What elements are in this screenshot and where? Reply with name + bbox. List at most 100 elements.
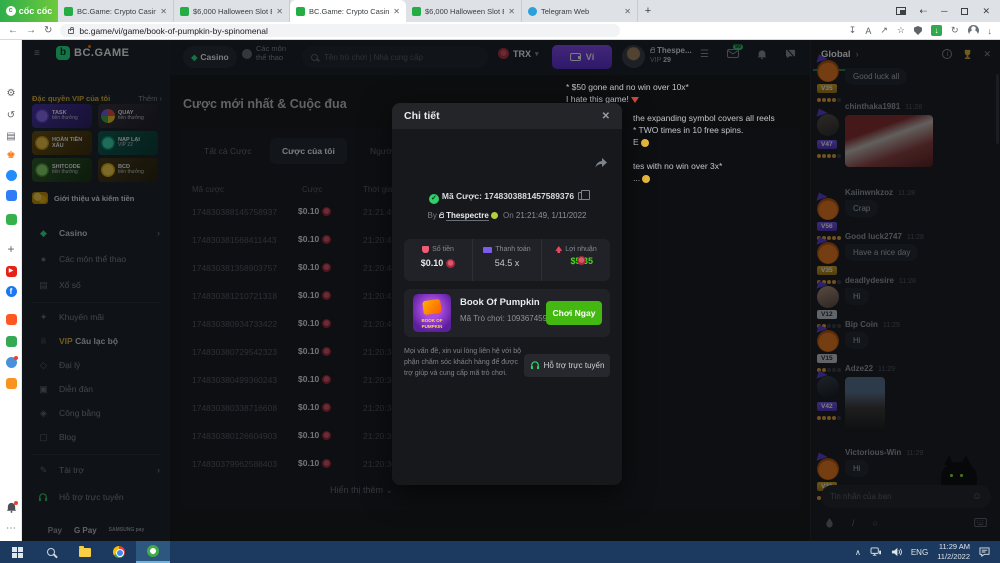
bettor-name[interactable]: Thespectre	[446, 211, 489, 221]
profile-avatar-icon[interactable]	[968, 25, 979, 36]
tab-close-icon[interactable]: ✕	[160, 7, 167, 16]
browser-tab[interactable]: $6,000 Halloween Slot Battle✕	[174, 0, 290, 22]
trx-coin-icon	[577, 256, 586, 265]
ghost-chat-line: the expanding symbol covers all reels	[633, 113, 775, 123]
youtube-icon[interactable]: ▶	[0, 264, 22, 277]
sidebar-toggle-icon[interactable]: ⇠	[920, 6, 928, 17]
adblock-shield-icon[interactable]	[914, 26, 922, 35]
sync-icon[interactable]: ↻	[951, 25, 959, 36]
ghost-chat-line: tes with no win over 3x*	[633, 161, 722, 171]
bookmark-star-icon[interactable]: ☆	[897, 25, 905, 36]
forward-icon[interactable]: →	[26, 25, 36, 36]
system-clock[interactable]: 11:29 AM11/2/2022	[937, 542, 970, 562]
bcgame-favicon	[296, 7, 305, 16]
verified-check-icon: ✓	[429, 194, 439, 204]
bcgame-favicon	[64, 7, 73, 16]
save-page-icon[interactable]: ↧	[849, 25, 857, 36]
facebook-icon[interactable]: f	[0, 286, 22, 297]
play-now-button[interactable]: Chơi Ngay	[546, 301, 602, 325]
download-manager-icon[interactable]: ↓	[931, 25, 942, 36]
browser-tab-bar: ccốc cốc BC.Game: Crypto Casino Gan✕ $6,…	[0, 0, 1000, 22]
new-tab-button[interactable]: +	[638, 0, 658, 22]
telegram-favicon	[528, 7, 537, 16]
https-lock-icon	[68, 29, 74, 34]
lock-icon	[439, 214, 444, 218]
coccoc-taskbar-icon[interactable]	[136, 541, 170, 563]
tab-close-icon[interactable]: ✕	[624, 7, 631, 16]
language-indicator[interactable]: ENG	[911, 548, 928, 557]
emoji-icon	[641, 139, 649, 147]
browser-tab[interactable]: Telegram Web✕	[522, 0, 638, 22]
shopping-app-icon[interactable]	[0, 314, 22, 328]
maximize-button[interactable]	[961, 8, 968, 15]
modal-close-icon[interactable]: ✕	[602, 111, 610, 122]
game-thumbnail[interactable]: BOOK OF PUMPKIN	[413, 294, 451, 332]
headset-icon	[530, 361, 540, 370]
browser-tab[interactable]: $6,000 Halloween Slot Battle✕	[406, 0, 522, 22]
add-shortcut-icon[interactable]: +	[0, 242, 22, 256]
cart-icon[interactable]	[0, 378, 22, 392]
notification-bell-icon[interactable]	[0, 502, 22, 513]
more-options-icon[interactable]: ⋯	[0, 523, 22, 534]
sticker-app-icon[interactable]	[0, 357, 22, 371]
network-icon[interactable]	[870, 547, 882, 557]
settings-gear-icon[interactable]: ⚙	[0, 88, 22, 99]
bcgame-favicon	[180, 7, 189, 16]
support-note: Mọi vấn đề, xin vui lòng liên hệ với bộ …	[404, 347, 522, 380]
gift-icon[interactable]	[0, 336, 22, 350]
start-button[interactable]	[0, 541, 34, 563]
ghost-chat-line: ...	[633, 173, 650, 183]
action-center-icon[interactable]	[979, 547, 990, 557]
taskbar-search-icon[interactable]	[34, 541, 68, 563]
tab-close-icon[interactable]: ✕	[276, 7, 283, 16]
close-button[interactable]: ✕	[982, 6, 990, 17]
volume-icon[interactable]	[891, 547, 902, 557]
bet-id-text: Mã Cược: 1748303881457589376	[442, 191, 574, 201]
bet-detail-modal: Chi tiết✕ ✓Mã Cược: 1748303881457589376 …	[392, 103, 622, 485]
tab-close-icon[interactable]: ✕	[393, 7, 400, 16]
share-page-icon[interactable]: ↗	[880, 25, 888, 36]
hot-trending-icon[interactable]: ♚	[0, 150, 22, 161]
address-bar: ← → ↻ bc.game/vi/game/book-of-pumpkin-by…	[0, 22, 1000, 40]
user-badge-icon	[491, 212, 498, 219]
tab-close-icon[interactable]: ✕	[508, 7, 515, 16]
share-icon[interactable]	[594, 157, 608, 169]
minimize-button[interactable]: ─	[941, 6, 947, 16]
url-text: bc.game/vi/game/book-of-pumpkin-by-spino…	[79, 26, 268, 36]
messenger-icon[interactable]	[0, 170, 22, 184]
trx-coin-icon	[446, 259, 455, 268]
game-card: BOOK OF PUMPKIN Book Of Pumpkin Mã Trò c…	[404, 289, 610, 337]
payout-icon	[483, 247, 492, 253]
tray-expand-icon[interactable]: ∧	[855, 548, 861, 557]
url-box[interactable]: bc.game/vi/game/book-of-pumpkin-by-spino…	[60, 24, 620, 37]
modal-title: Chi tiết	[404, 110, 440, 122]
live-support-button[interactable]: Hỗ trợ trực tuyến	[524, 354, 610, 377]
ghost-chat-line: * TWO times in 10 free spins.	[633, 125, 743, 135]
thumbs-down-icon	[631, 97, 639, 103]
games-icon[interactable]	[0, 214, 22, 228]
back-icon[interactable]: ←	[8, 25, 18, 36]
zalo-icon[interactable]	[0, 190, 22, 204]
bet-stats: Số tiền$0.10 Thanh toán54.5 x Lợi nhuận$…	[404, 239, 610, 281]
pip-icon[interactable]	[896, 7, 906, 15]
reload-icon[interactable]: ↻	[44, 25, 52, 36]
ghost-chat-line: E	[633, 137, 649, 147]
ghost-chat-line: * $50 gone and no win over 10x*	[566, 82, 689, 92]
reading-list-icon[interactable]: ▤	[0, 131, 22, 142]
amount-icon	[422, 246, 429, 253]
coccoc-icon: c	[6, 6, 16, 16]
translate-icon[interactable]: A	[865, 26, 871, 36]
file-explorer-icon[interactable]	[68, 541, 102, 563]
browser-side-rail: ⚙ ↺ ▤ ♚ + ▶ f ⋯	[0, 40, 22, 541]
downloads-icon[interactable]: ↓	[988, 26, 993, 36]
browser-tab[interactable]: BC.Game: Crypto Casino Gan✕	[58, 0, 174, 22]
coccoc-logo[interactable]: ccốc cốc	[0, 0, 58, 22]
emoji-icon	[642, 175, 650, 183]
copy-icon[interactable]	[578, 192, 585, 200]
windows-taskbar: ∧ ENG 11:29 AM11/2/2022	[0, 541, 1000, 563]
browser-tab-active[interactable]: BC.Game: Crypto Casino Gan✕	[290, 0, 406, 22]
history-icon[interactable]: ↺	[0, 110, 22, 121]
chrome-icon[interactable]	[102, 541, 136, 563]
profit-icon	[555, 246, 562, 253]
bet-datetime: 21:21:49, 1/11/2022	[516, 211, 587, 220]
